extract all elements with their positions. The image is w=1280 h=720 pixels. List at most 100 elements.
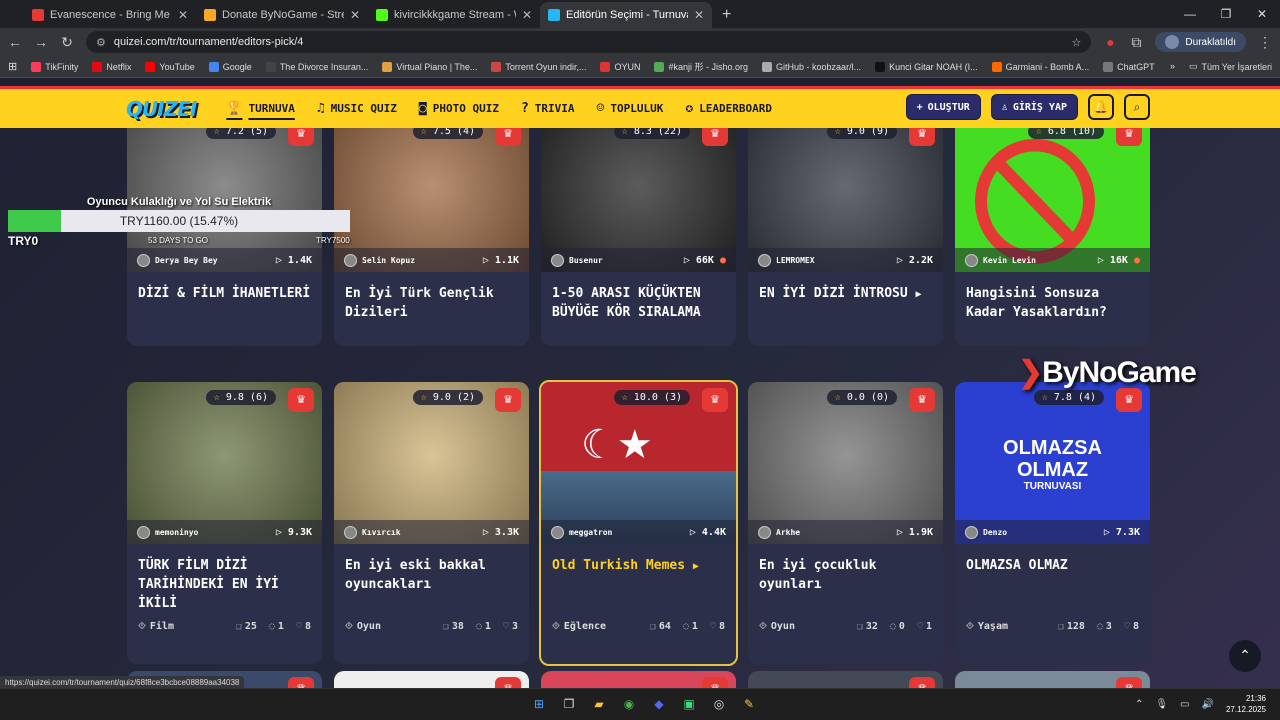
apps-grid-icon[interactable]: ⊞ — [8, 60, 17, 73]
crown-icon[interactable]: ♛ — [909, 128, 935, 146]
microphone-icon[interactable]: 🎙 — [1155, 699, 1168, 710]
nav-item[interactable]: ☺ TOPLULUK — [597, 101, 664, 116]
crown-icon[interactable]: ♛ — [495, 677, 521, 688]
author[interactable]: Selin Kopuz — [344, 253, 415, 267]
bookmark-item[interactable]: Torrent Oyun indir,... — [491, 60, 586, 73]
crown-icon[interactable]: ♛ — [909, 677, 935, 688]
bookmark-item[interactable]: Netflix — [92, 60, 131, 73]
card-thumbnail[interactable]: ☆ 6.8 (10) ♛ Kevin Levin ▷ 16K ● — [955, 128, 1150, 272]
tournament-card[interactable]: ☆ 9.8 (6) ♛ memoninyo ▷ 9.3K TÜRK FİLM D… — [127, 382, 322, 664]
start-icon[interactable]: ⊞ — [528, 693, 550, 715]
card-title[interactable]: TÜRK FİLM DİZİ TARİHİNDEKİ EN İYİ İKİLİ — [127, 544, 322, 612]
crown-icon[interactable]: ♛ — [495, 128, 521, 146]
chrome-icon[interactable]: ◉ — [618, 693, 640, 715]
nav-item[interactable]: ? TRIVIA — [521, 101, 575, 116]
file-explorer-icon[interactable]: ▰ — [588, 693, 610, 715]
card-thumbnail[interactable]: ☆ 9.0 (9) ♛ LEMROMEX ▷ 2.2K — [748, 128, 943, 272]
bookmark-item[interactable]: OYUN — [600, 60, 640, 73]
back-icon[interactable]: ← — [8, 34, 22, 50]
nav-item[interactable]: 🏆 TURNUVA — [226, 101, 295, 116]
bookmark-item[interactable]: Garmiani - Bomb A... — [991, 60, 1089, 73]
site-info-icon[interactable]: ⚙ — [96, 36, 106, 49]
card-title[interactable]: En iyi çocukluk oyunları — [748, 544, 943, 612]
notification-bell-icon[interactable]: 🔔 — [1088, 94, 1114, 120]
tournament-card[interactable]: OLMAZSA OLMAZ TURNUVASI ☆ 7.8 (4) ♛ Denz… — [955, 382, 1150, 664]
bookmark-item[interactable]: Kunci Gitar NOAH (I... — [875, 60, 978, 73]
tournament-card[interactable]: ☆ 9.0 (2) ♛ Kıvırcık ▷ 3.3K En iyi eski … — [334, 382, 529, 664]
forward-icon[interactable]: → — [34, 34, 48, 50]
author[interactable]: Denzo — [965, 525, 1007, 539]
scroll-to-top-button[interactable]: ⌃ — [1229, 640, 1261, 672]
extension-icon[interactable]: ● — [1103, 34, 1117, 50]
author[interactable]: meggatron — [551, 525, 612, 539]
bookmark-item[interactable]: Google — [208, 60, 252, 73]
bookmark-item[interactable]: GitHub - koobzaar/l... — [762, 60, 861, 73]
bookmark-item[interactable]: TikFinity — [31, 60, 78, 73]
tournament-card[interactable]: ☆ 6.8 (10) ♛ Kevin Levin ▷ 16K ● Hangisi… — [955, 128, 1150, 346]
close-window-icon[interactable]: ✕ — [1244, 0, 1280, 28]
all-bookmarks-folder[interactable]: ▭ Tüm Yer İşaretleri — [1189, 61, 1272, 72]
card-thumbnail[interactable]: ☆ 9.8 (6) ♛ memoninyo ▷ 9.3K — [127, 382, 322, 544]
card-thumbnail[interactable]: ☆ 0.0 (0) ♛ Arkhe ▷ 1.9K — [748, 382, 943, 544]
browser-tab[interactable]: Donate ByNoGame - Streamer ✕ — [196, 2, 368, 28]
author[interactable]: Derya Bey Bey — [137, 253, 218, 267]
tournament-card[interactable]: ☆ 8.3 (22) ♛ Busenur ▷ 66K ● 1-50 ARASI … — [541, 128, 736, 346]
card-title[interactable]: En İyi Türk Gençlik Dizileri — [334, 272, 529, 340]
bookmark-star-icon[interactable]: ☆ — [1072, 36, 1082, 49]
maximize-icon[interactable]: ❐ — [1208, 0, 1244, 28]
close-tab-icon[interactable]: ✕ — [350, 8, 360, 22]
extensions-puzzle-icon[interactable]: ⧉ — [1129, 34, 1143, 51]
crown-icon[interactable]: ♛ — [909, 388, 935, 412]
author[interactable]: Arkhe — [758, 525, 800, 539]
card-thumbnail[interactable]: ☆ 9.0 (2) ♛ Kıvırcık ▷ 3.3K — [334, 382, 529, 544]
network-icon[interactable]: ▭ — [1180, 699, 1189, 710]
nav-item[interactable]: ♫ MUSIC QUIZ — [317, 101, 397, 116]
card-thumbnail[interactable]: OLMAZSA OLMAZ TURNUVASI ☆ 7.8 (4) ♛ Denz… — [955, 382, 1150, 544]
site-logo[interactable]: QUIZEI — [126, 97, 197, 121]
crown-icon[interactable]: ♛ — [1116, 128, 1142, 146]
discord-icon[interactable]: ◆ — [648, 693, 670, 715]
card-title[interactable]: OLMAZSA OLMAZ — [955, 544, 1150, 612]
card-title[interactable]: EN İYİ DİZİ İNTROSU ▶ — [748, 272, 943, 340]
create-button[interactable]: + OLUŞTUR — [905, 94, 981, 120]
minimize-icon[interactable]: — — [1172, 0, 1208, 28]
crown-icon[interactable]: ♛ — [288, 388, 314, 412]
new-tab-button[interactable]: + — [712, 6, 741, 28]
login-button[interactable]: ♙ GİRİŞ YAP — [990, 94, 1078, 120]
author[interactable]: memoninyo — [137, 525, 198, 539]
tournament-card[interactable]: ☆ 9.0 (9) ♛ LEMROMEX ▷ 2.2K EN İYİ DİZİ … — [748, 128, 943, 346]
tray-chevron-icon[interactable]: ⌃ — [1135, 699, 1143, 710]
card-title[interactable]: En iyi eski bakkal oyuncakları — [334, 544, 529, 612]
crown-icon[interactable]: ♛ — [702, 388, 728, 412]
crown-icon[interactable]: ♛ — [495, 388, 521, 412]
menu-kebab-icon[interactable]: ⋮ — [1258, 34, 1272, 51]
card-thumbnail[interactable]: ☆ 7.5 (4) ♛ Selin Kopuz ▷ 1.1K — [334, 128, 529, 272]
app-icon[interactable]: ▣ — [678, 693, 700, 715]
url-bar[interactable]: ⚙ quizei.com/tr/tournament/editors-pick/… — [86, 31, 1092, 53]
clock[interactable]: 21:36 27.12.2025 — [1226, 693, 1266, 715]
nav-item[interactable]: ✪ LEADERBOARD — [685, 101, 772, 116]
tournament-card-partial[interactable]: ♛ — [334, 671, 529, 688]
close-tab-icon[interactable]: ✕ — [522, 8, 532, 22]
bookmark-item[interactable]: ChatGPT — [1103, 60, 1155, 73]
crown-icon[interactable]: ♛ — [288, 677, 314, 688]
crown-icon[interactable]: ♛ — [702, 677, 728, 688]
url-text[interactable]: quizei.com/tr/tournament/editors-pick/4 — [114, 36, 304, 48]
close-tab-icon[interactable]: ✕ — [178, 8, 188, 22]
author[interactable]: Busenur — [551, 253, 603, 267]
tournament-card-partial[interactable]: ♛ — [748, 671, 943, 688]
browser-tab[interactable]: Editörün Seçimi - Turnuva - Qu ✕ — [540, 2, 712, 28]
browser-tab[interactable]: Evanescence - Bring Me To Life ✕ — [24, 2, 196, 28]
crown-icon[interactable]: ♛ — [1116, 388, 1142, 412]
reload-icon[interactable]: ↻ — [60, 34, 74, 51]
close-tab-icon[interactable]: ✕ — [694, 8, 704, 22]
card-title[interactable]: 1-50 ARASI KÜÇÜKTEN BÜYÜĞE KÖR SIRALAMA — [541, 272, 736, 340]
author[interactable]: Kıvırcık — [344, 525, 401, 539]
browser-tab[interactable]: kivircikkkgame Stream - Watch ✕ — [368, 2, 540, 28]
nav-item[interactable]: ◙ PHOTO QUIZ — [419, 101, 499, 116]
card-thumbnail[interactable]: ☆ 8.3 (22) ♛ Busenur ▷ 66K ● — [541, 128, 736, 272]
volume-icon[interactable]: 🔊 — [1202, 699, 1214, 710]
crown-icon[interactable]: ♛ — [288, 128, 314, 146]
tournament-card[interactable]: ☾★ ☆ 10.0 (3) ♛ meggatron ▷ 4.4K Old Tur… — [539, 380, 738, 666]
tournament-card-partial[interactable]: ♛ — [541, 671, 736, 688]
